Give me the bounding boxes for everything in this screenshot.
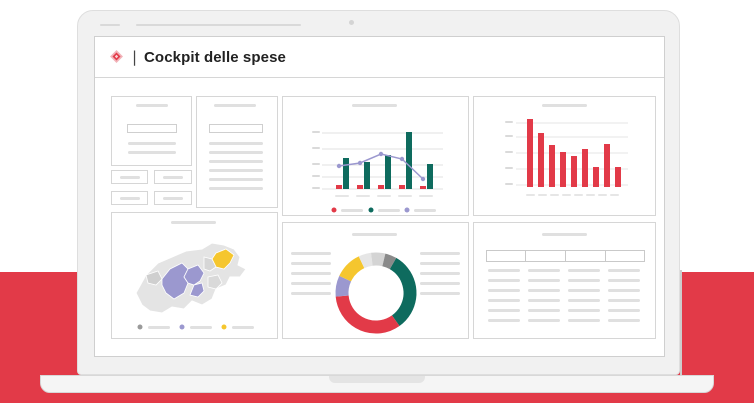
filter-button[interactable] [111, 191, 148, 205]
text-line [209, 187, 263, 190]
laptop-notch [329, 376, 425, 383]
map-legend [137, 324, 254, 330]
bar [427, 164, 433, 189]
table-row[interactable] [488, 309, 644, 313]
filter-button[interactable] [111, 170, 148, 184]
bezel-line [100, 24, 120, 26]
chart-legend [331, 207, 436, 213]
text-line [209, 160, 263, 163]
bar [615, 167, 621, 187]
filter-button[interactable] [154, 191, 192, 205]
bar [378, 185, 384, 189]
bar [385, 155, 391, 189]
table-row[interactable] [488, 299, 644, 303]
text-line [209, 178, 263, 181]
form-panel [196, 96, 278, 208]
bar [582, 149, 588, 187]
page-title: Cockpit delle spese [144, 49, 286, 66]
bar [357, 185, 363, 189]
table-row[interactable] [488, 319, 644, 323]
map-panel [111, 212, 278, 339]
bar [399, 185, 405, 189]
app-header: | Cockpit delle spese [95, 37, 664, 78]
webcam-icon [349, 20, 354, 25]
legend-dot [221, 324, 227, 330]
legend-dot [404, 207, 410, 213]
bar [538, 133, 544, 187]
scrollbar[interactable] [680, 270, 682, 375]
donut-chart-panel [282, 222, 469, 339]
table-row[interactable] [488, 279, 644, 283]
bar [549, 145, 555, 187]
table-panel [473, 222, 656, 339]
bar [593, 167, 599, 187]
bar [527, 119, 533, 187]
header-separator: | [132, 48, 138, 66]
table-row[interactable] [488, 269, 644, 273]
legend-dot [179, 324, 185, 330]
input-field[interactable] [209, 124, 263, 133]
button-label-placeholder [163, 197, 183, 200]
bar [343, 158, 349, 189]
series-red-bars [336, 185, 426, 189]
legend-dot [331, 207, 337, 213]
donut-chart [335, 252, 417, 334]
text-line [209, 169, 263, 172]
combo-chart-panel [282, 96, 469, 216]
combo-chart [312, 131, 443, 213]
bar [406, 132, 412, 189]
series-teal-bars [343, 132, 433, 189]
laptop-base [40, 375, 714, 393]
button-label-placeholder [120, 176, 140, 179]
bar [336, 185, 342, 189]
button-label-placeholder [120, 197, 140, 200]
panel-title-placeholder [214, 104, 256, 107]
table-row[interactable] [488, 289, 644, 293]
legend-dot [368, 207, 374, 213]
bar-chart-panel [473, 96, 656, 216]
filter-button[interactable] [154, 170, 192, 184]
panel-title-placeholder [136, 104, 168, 107]
text-line [128, 151, 176, 154]
table-header [486, 250, 645, 262]
text-line [209, 142, 263, 145]
text-line [128, 142, 176, 145]
diamond-logo-icon [110, 50, 123, 63]
bar-chart [505, 119, 628, 196]
bar [571, 156, 577, 187]
bar [560, 152, 566, 187]
switzerland-map [135, 242, 254, 330]
legend-dot [137, 324, 143, 330]
bar [604, 144, 610, 187]
bezel-line [136, 24, 301, 26]
text-line [209, 151, 263, 154]
panel-title-placeholder [542, 233, 587, 236]
bar [420, 186, 426, 189]
input-field[interactable] [127, 124, 177, 133]
button-label-placeholder [163, 176, 183, 179]
form-panel [111, 96, 192, 166]
bar [364, 162, 370, 189]
